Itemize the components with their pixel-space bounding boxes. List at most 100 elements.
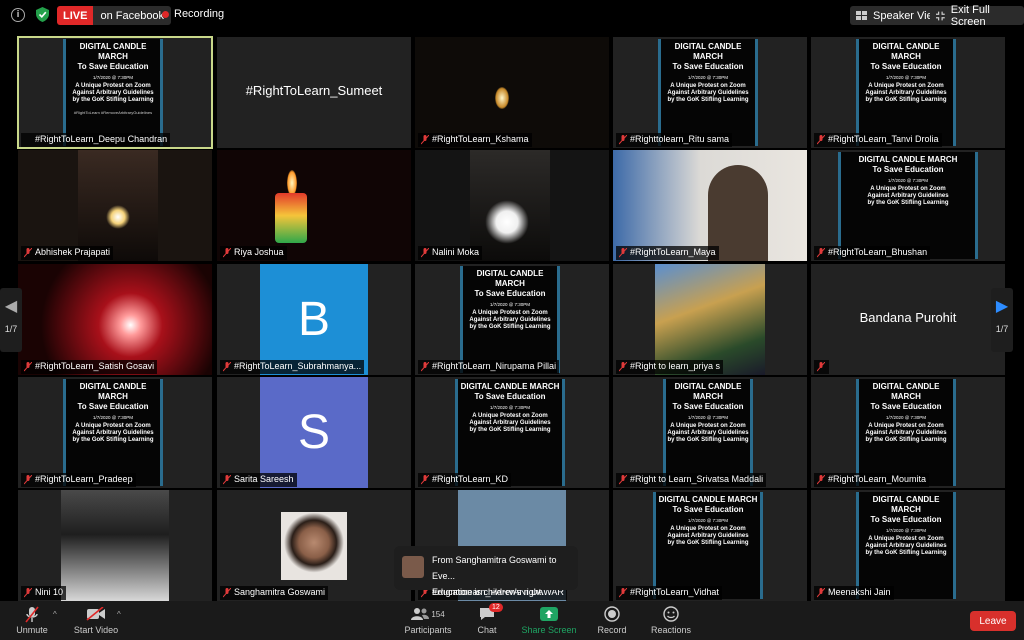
chat-sender: From Sanghamitra Goswami to Eve... (432, 555, 557, 581)
video-tile[interactable]: DIGITAL CANDLE MARCH To Save Education 1… (811, 377, 1005, 488)
mic-muted-icon (817, 588, 825, 598)
exit-full-screen-icon (936, 11, 945, 20)
video-tile[interactable]: DIGITAL CANDLE MARCH To Save Education 1… (811, 37, 1005, 148)
start-video-button[interactable]: Start Video (70, 605, 122, 635)
candle-flame (106, 205, 130, 229)
poster-line: A Unique Protest on Zoom (670, 526, 746, 532)
leave-button[interactable]: Leave (970, 611, 1016, 631)
mic-muted-icon (619, 588, 627, 598)
profile-picture (281, 512, 347, 580)
video-tile[interactable]: DIGITAL CANDLE MARCH To Save Education 1… (415, 264, 609, 375)
participant-name: #RightToLearn_Bhushan (814, 246, 931, 260)
participants-button[interactable]: 154 Participants (402, 605, 454, 635)
audio-options-caret-icon[interactable]: ^ (53, 610, 57, 619)
participant-name-text: #RightToLearn_Bhushan (828, 247, 928, 257)
participant-name: Sarita Sareesh (220, 473, 297, 487)
previous-page-button[interactable]: ◀ 1/7 (0, 288, 22, 352)
poster-line: by the GoK Stifling Learning (865, 437, 947, 443)
info-icon[interactable]: i (11, 8, 25, 22)
video-tile[interactable]: S Sarita Sareesh (217, 377, 411, 488)
poster-line: by the GoK Stifling Learning (667, 540, 749, 546)
video-tile[interactable]: DIGITAL CANDLE MARCH To Save Education 1… (18, 377, 212, 488)
share-screen-label: Share Screen (521, 625, 577, 635)
participant-name: Meenakshi Jain (814, 586, 894, 600)
record-button[interactable]: Record (595, 605, 629, 635)
poster-image: DIGITAL CANDLE MARCH To Save Education 1… (663, 379, 753, 486)
next-page-button[interactable]: ▶ 1/7 (991, 288, 1013, 352)
video-tile[interactable]: DIGITAL CANDLE MARCH To Save Education 1… (811, 490, 1005, 601)
unmute-button[interactable]: Unmute (12, 605, 52, 635)
share-screen-button[interactable]: Share Screen (519, 605, 579, 635)
poster-title: DIGITAL CANDLE MARCH (872, 382, 940, 401)
video-tile[interactable]: #Right to learn_priya s (613, 264, 807, 375)
chat-label: Chat (477, 625, 497, 635)
page-indicator: 1/7 (995, 324, 1009, 334)
poster-line: Against Arbitrary Guidelines (667, 533, 749, 539)
video-tile[interactable]: Bandana Purohit (811, 264, 1005, 375)
chat-notification[interactable]: From Sanghamitra Goswami to Eve... Educa… (394, 546, 578, 613)
poster-line: by the GoK Stifling Learning (469, 427, 551, 433)
video-tile[interactable]: Nini 10 (18, 490, 212, 601)
video-tile[interactable]: DIGITAL CANDLE MARCH To Save Education 1… (17, 36, 213, 149)
chat-unread-badge: 12 (489, 603, 503, 612)
participant-name-text: #RightToLearn_Tanvi Drolia (828, 134, 939, 144)
video-tile[interactable]: #RightToLearn_Sumeet (217, 37, 411, 148)
participant-name: #RightToLearn_Vidhat (616, 586, 722, 600)
video-tile[interactable]: #RightToLearn_Maya (613, 150, 807, 261)
poster-date: 1/7/2020 @ 7:30PM (687, 518, 729, 523)
participant-name: Abhishek Prajapati (21, 246, 114, 260)
poster-date: 1/7/2020 @ 7:30PM (687, 75, 729, 80)
mic-muted-icon (24, 475, 32, 485)
video-tile[interactable]: DIGITAL CANDLE MARCH To Save Education 1… (415, 377, 609, 488)
video-tile[interactable]: #RightToLearn_Kshama (415, 37, 609, 148)
shield-icon[interactable] (36, 7, 49, 22)
participant-name-text: #RightToLearn_Pradeep (35, 474, 133, 484)
video-tile[interactable]: Sanghamitra Goswami (217, 490, 411, 601)
live-badge[interactable]: LIVE on Facebook (57, 6, 172, 25)
poster-line: Against Arbitrary Guidelines (867, 193, 949, 199)
candle-flame (485, 200, 529, 244)
participant-name-text: #RightToLearn_Subrahmanya... (234, 361, 362, 371)
participants-icon (411, 608, 430, 620)
reactions-button[interactable]: Reactions (649, 605, 693, 635)
poster-title: DIGITAL CANDLE MARCH (674, 382, 742, 401)
facebook-label: on Facebook (93, 6, 172, 25)
share-screen-icon (540, 607, 558, 621)
video-tile[interactable]: DIGITAL CANDLE MARCH To Save Education 1… (613, 37, 807, 148)
video-options-caret-icon[interactable]: ^ (117, 610, 121, 619)
recording-indicator: Recording (162, 8, 224, 20)
grid-view-icon (856, 11, 867, 20)
participant-name: #RightToLearn_Nirupama Pillai (418, 360, 560, 374)
sender-avatar (402, 556, 424, 578)
exit-full-screen-button[interactable]: Exit Full Screen (930, 4, 1024, 28)
candle-flame (495, 87, 509, 109)
chevron-left-icon: ◀ (4, 298, 18, 315)
live-label: LIVE (57, 6, 94, 25)
video-tile[interactable]: DIGITAL CANDLE MARCH To Save Education 1… (613, 490, 807, 601)
participant-name: Nini 10 (21, 586, 67, 600)
video-tile[interactable]: DIGITAL CANDLE MARCH To Save Education 1… (613, 377, 807, 488)
poster-image: DIGITAL CANDLE MARCH To Save Education 1… (63, 39, 163, 146)
participants-label: Participants (404, 625, 452, 635)
poster-subtitle: To Save Education (672, 505, 744, 514)
participant-name-text: #RightToLearn_Nirupama Pillai (432, 361, 557, 371)
participant-name: #RightToLearn_Tanvi Drolia (814, 133, 942, 147)
video-tile[interactable]: B #RightToLearn_Subrahmanya... (217, 264, 411, 375)
mic-muted-icon (24, 248, 32, 258)
participants-count: 154 (431, 609, 445, 619)
poster-line: Against Arbitrary Guidelines (865, 543, 947, 549)
poster-date: 1/7/2020 @ 7:30PM (489, 405, 531, 410)
video-tile[interactable]: Abhishek Prajapati (18, 150, 212, 261)
poster-title: DIGITAL CANDLE MARCH (79, 42, 147, 61)
poster-image: DIGITAL CANDLE MARCH To Save Education 1… (63, 379, 163, 486)
poster-line: A Unique Protest on Zoom (75, 83, 151, 89)
video-tile[interactable]: DIGITAL CANDLE MARCH To Save Education 1… (811, 150, 1005, 261)
mic-muted-icon (421, 362, 429, 372)
video-tile[interactable]: Riya Joshua (217, 150, 411, 261)
unmute-label: Unmute (16, 625, 48, 635)
poster-line: Against Arbitrary Guidelines (469, 317, 551, 323)
recording-dot-icon (162, 10, 169, 18)
poster-subtitle: To Save Education (870, 402, 942, 411)
video-tile[interactable]: Nalini Moka (415, 150, 609, 261)
video-tile[interactable]: #RightToLearn_Satish Gosavi (18, 264, 212, 375)
